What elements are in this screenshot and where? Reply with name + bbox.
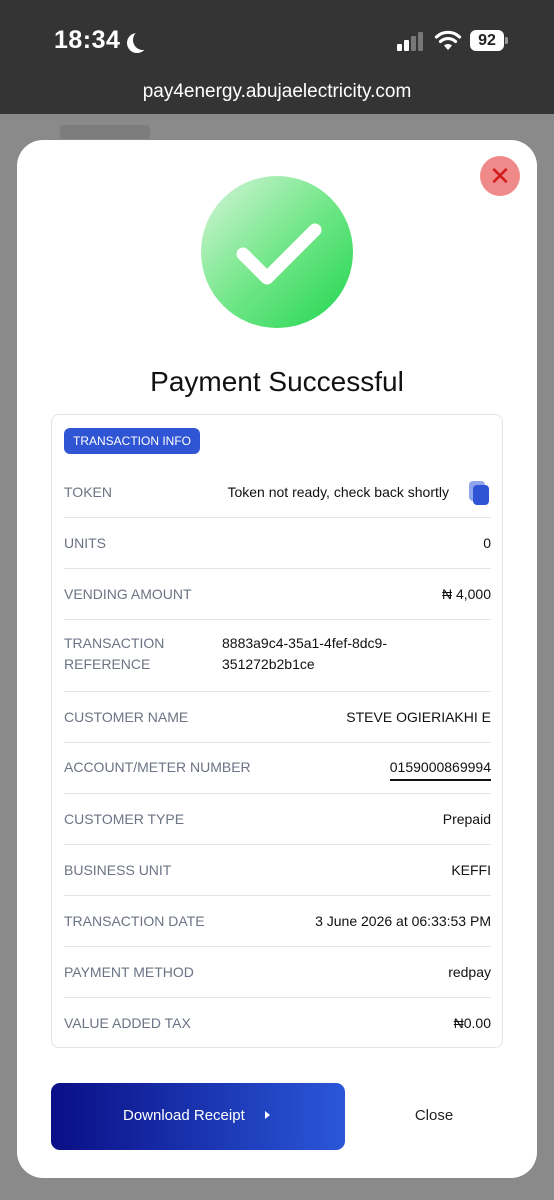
checkmark-icon — [236, 223, 322, 285]
transaction-date-value: 3 June 2026 at 06:33:53 PM — [315, 913, 491, 929]
download-receipt-button[interactable]: Download Receipt — [51, 1083, 345, 1150]
row-customer-type: CUSTOMER TYPE Prepaid — [64, 794, 491, 845]
row-label: VALUE ADDED TAX — [64, 1015, 191, 1031]
transaction-reference-value: 8883a9c4-35a1-4fef-8dc9- — [222, 635, 388, 651]
payment-method-value: redpay — [448, 964, 491, 980]
row-label: CUSTOMER NAME — [64, 709, 189, 725]
vat-value: ₦0.00 — [453, 1015, 491, 1031]
close-button[interactable]: Close — [389, 1107, 479, 1124]
row-transaction-date: TRANSACTION DATE 3 June 2026 at 06:33:53… — [64, 896, 491, 947]
row-token: TOKEN Token not ready, check back shortl… — [64, 467, 491, 518]
close-icon[interactable]: ✕ — [480, 156, 520, 196]
row-label: BUSINESS UNIT — [64, 862, 172, 878]
row-vat: VALUE ADDED TAX ₦0.00 — [64, 998, 491, 1049]
moon-icon — [133, 30, 153, 50]
units-value: 0 — [483, 535, 491, 551]
row-meter-number: ACCOUNT/METER NUMBER 0159000869994 — [64, 743, 491, 794]
meter-number-value[interactable]: 0159000869994 — [389, 757, 491, 781]
copy-icon[interactable] — [469, 481, 489, 505]
row-label: PAYMENT METHOD — [64, 964, 194, 980]
vending-amount-value: ₦ 4,000 — [441, 586, 491, 602]
row-label: VENDING AMOUNT — [64, 586, 192, 602]
customer-type-value: Prepaid — [442, 811, 491, 827]
background-page — [60, 125, 150, 139]
row-business-unit: BUSINESS UNIT KEFFI — [64, 845, 491, 896]
signal-icon — [397, 31, 425, 51]
wifi-icon — [434, 30, 462, 50]
row-customer-name: CUSTOMER NAME STEVE OGIERIAKHI E — [64, 692, 491, 743]
payment-success-modal: ✕ Payment Successful TRANSACTION INFO TO… — [17, 140, 537, 1178]
page-title: Payment Successful — [150, 366, 404, 397]
status-time: 18:34 — [54, 26, 121, 54]
caret-right-icon — [265, 1111, 270, 1119]
row-label: ACCOUNT/METER NUMBER — [64, 759, 251, 775]
row-payment-method: PAYMENT METHOD redpay — [64, 947, 491, 998]
battery-icon: 92 — [470, 30, 504, 51]
transaction-info-card: TRANSACTION INFO TOKEN Token not ready, … — [51, 414, 503, 1048]
row-label: REFERENCE — [64, 656, 151, 672]
success-badge — [201, 176, 353, 328]
transaction-reference-value: 351272b2b1ce — [222, 656, 315, 672]
row-units: UNITS 0 — [64, 518, 491, 569]
row-transaction-reference: TRANSACTION REFERENCE 8883a9c4-35a1-4fef… — [64, 620, 491, 692]
download-receipt-label: Download Receipt — [123, 1107, 245, 1124]
url-bar[interactable]: pay4energy.abujaelectricity.com — [0, 80, 554, 114]
status-bar: 18:34 92 — [0, 0, 554, 80]
token-value: Token not ready, check back shortly — [227, 484, 449, 500]
transaction-info-badge: TRANSACTION INFO — [64, 428, 201, 454]
row-label: CUSTOMER TYPE — [64, 811, 185, 827]
row-label: TOKEN — [64, 484, 112, 500]
customer-name-value: STEVE OGIERIAKHI E — [346, 709, 491, 725]
row-label: UNITS — [64, 535, 106, 551]
row-vending-amount: VENDING AMOUNT ₦ 4,000 — [64, 569, 491, 620]
row-label: TRANSACTION DATE — [64, 913, 205, 929]
row-label: TRANSACTION — [64, 635, 165, 651]
business-unit-value: KEFFI — [451, 862, 491, 878]
battery-nub — [505, 37, 508, 44]
